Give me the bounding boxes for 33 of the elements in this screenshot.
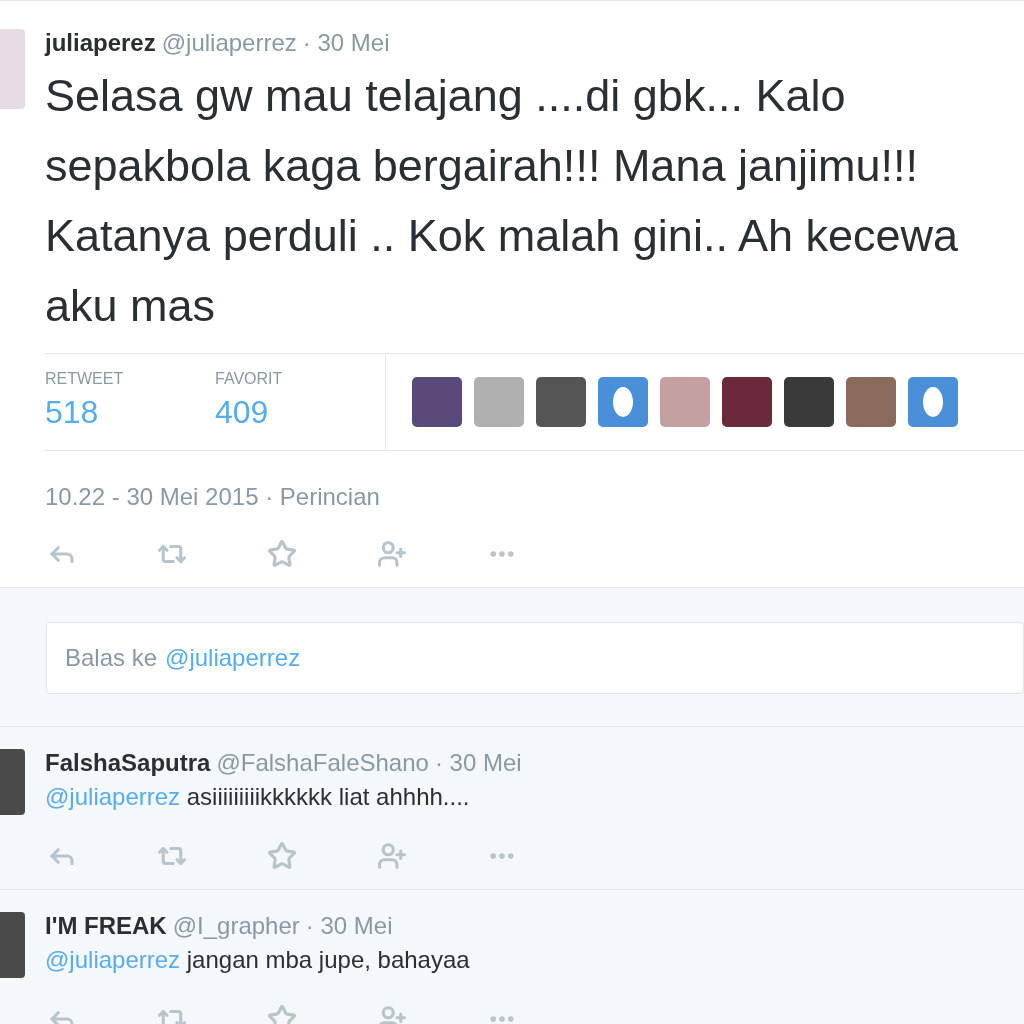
avatar-photo[interactable] xyxy=(660,377,710,427)
reply-text: @juliaperrez jangan mba jupe, bahayaa xyxy=(45,946,471,974)
reply-field[interactable]: Balas ke @juliaperrez xyxy=(46,622,1024,694)
stat-label: FAVORIT xyxy=(215,370,284,388)
avatar-photo[interactable] xyxy=(0,29,25,109)
author-name[interactable]: FalshaSaputra xyxy=(45,749,211,777)
author-handle[interactable]: @I_grapher xyxy=(172,912,300,940)
avatar-photo[interactable] xyxy=(0,749,25,815)
avatar-photo[interactable] xyxy=(412,377,462,427)
stat-count[interactable]: 518 xyxy=(45,394,215,431)
tweet-date[interactable]: · 30 Mei xyxy=(302,29,390,57)
avatar-photo[interactable] xyxy=(846,377,896,427)
avatar-photo[interactable] xyxy=(784,377,834,427)
stat-label: RETWEET xyxy=(45,370,125,388)
details-link[interactable]: · Perincian xyxy=(265,483,380,510)
avatar-photo[interactable] xyxy=(0,912,25,978)
author-handle[interactable]: @FalshaFaleShano xyxy=(216,749,429,777)
tweet-date[interactable]: · 30 Mei xyxy=(305,912,393,940)
avatar-photo[interactable] xyxy=(536,377,586,427)
stat-count[interactable]: 409 xyxy=(215,394,385,431)
avatar-photo[interactable] xyxy=(722,377,772,427)
tweet-text: Selasa gw mau telajang ....di gbk... Kalo sepakbola kaga bergairah!!! Mana janjimu!!! Katanya perduli .. Kok malah gini.. Ah kecewa aku mas xyxy=(45,69,960,333)
author-handle[interactable]: @juliaperrez xyxy=(161,29,297,57)
tweet-timestamp: 10.22 - 30 Mei 2015 xyxy=(45,483,259,510)
mention-link[interactable]: @juliaperrez xyxy=(45,783,181,810)
author-name[interactable]: juliaperez xyxy=(45,29,156,57)
default-avatar[interactable] xyxy=(908,377,958,427)
author-name[interactable]: I'M FREAK xyxy=(45,912,167,940)
default-avatar[interactable] xyxy=(598,377,648,427)
tweet-date[interactable]: · 30 Mei xyxy=(434,749,522,777)
reply-text: @juliaperrez asiiiiiiiiikkkkkk liat ahhhh.... xyxy=(45,783,471,811)
avatar-photo[interactable] xyxy=(474,377,524,427)
mention-link[interactable]: @juliaperrez xyxy=(45,946,181,973)
